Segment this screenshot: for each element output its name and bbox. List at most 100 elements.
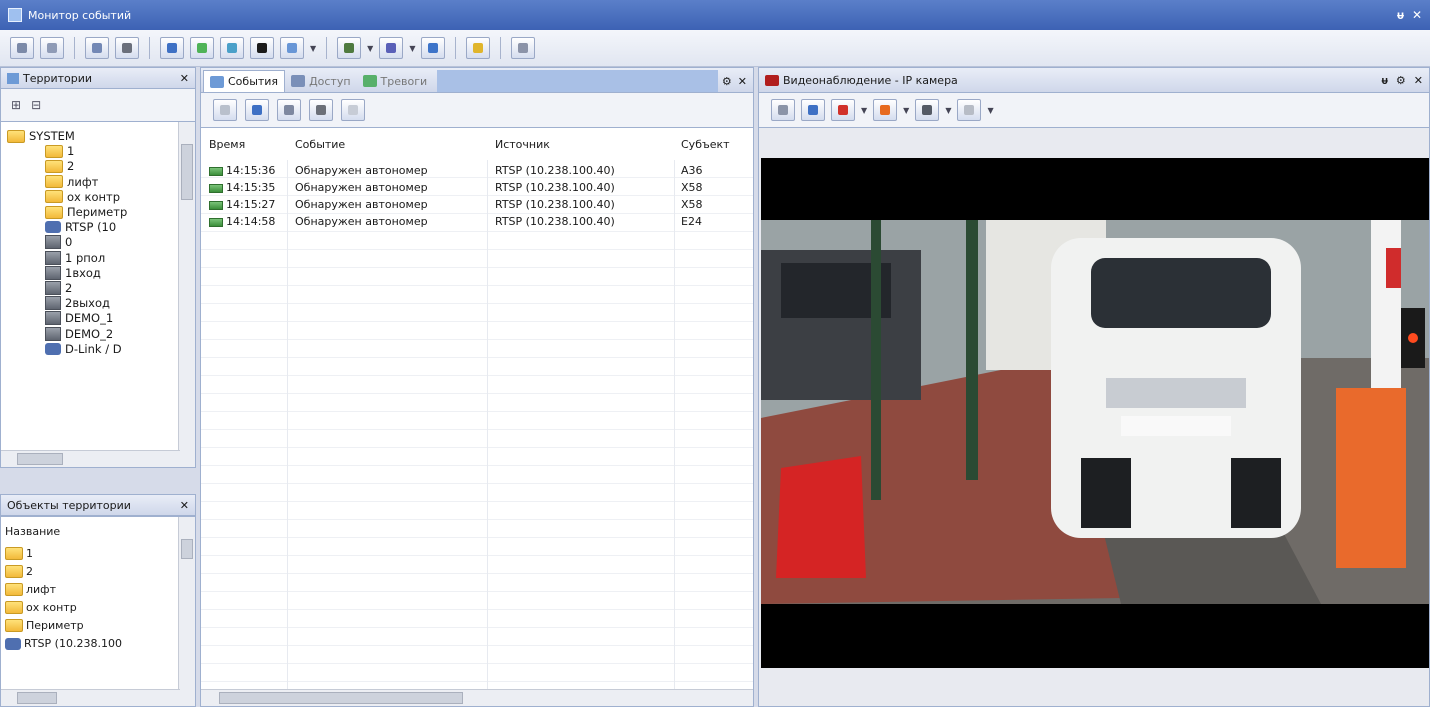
tree-item[interactable]: DEMO_2 <box>45 326 113 342</box>
chevron-down-icon[interactable]: ▼ <box>903 106 909 115</box>
territories-toolbar: ⊞ ⊟ <box>0 89 196 121</box>
view-button[interactable] <box>245 99 269 121</box>
stream-button[interactable] <box>915 99 940 121</box>
table-row[interactable]: 14:15:27 Обнаружен автономер RTSP (10.238.… <box>201 198 753 214</box>
tree-item[interactable]: 1 <box>45 143 74 159</box>
camera-icon <box>45 221 61 234</box>
tools-button[interactable] <box>957 99 982 121</box>
print-button[interactable] <box>309 99 333 121</box>
list-item-label: 2 <box>26 565 33 578</box>
gear-icon[interactable]: ⚙ <box>722 75 732 88</box>
tree-item[interactable]: RTSP (10 <box>45 219 116 235</box>
tree-horizontal-scrollbar[interactable] <box>1 450 180 467</box>
list-item[interactable]: Периметр <box>5 617 84 634</box>
filter-button[interactable] <box>213 99 237 121</box>
tab-access[interactable]: Доступ <box>285 70 356 92</box>
scrollbar-thumb[interactable] <box>181 539 193 559</box>
list-item[interactable]: RTSP (10.238.100 <box>5 635 122 652</box>
dropdown-b-button[interactable] <box>379 37 404 59</box>
key-button[interactable] <box>466 37 491 59</box>
layout-button[interactable] <box>40 37 64 59</box>
pin-icon[interactable]: ᵾ <box>1397 8 1404 22</box>
chevron-down-icon[interactable]: ▼ <box>367 44 373 53</box>
chevron-down-icon[interactable]: ▼ <box>310 44 316 53</box>
copy-button[interactable] <box>341 99 365 121</box>
tree-item[interactable]: 0 <box>45 234 72 250</box>
chevron-down-icon[interactable]: ▼ <box>945 106 951 115</box>
edit-button[interactable] <box>220 37 244 59</box>
info-button[interactable] <box>190 37 214 59</box>
scrollbar-thumb[interactable] <box>219 692 463 704</box>
tree-item[interactable]: DEMO_1 <box>45 310 113 326</box>
single-view-button[interactable] <box>771 99 795 121</box>
table-row[interactable]: 14:15:36 Обнаружен автономер RTSP (10.238.… <box>201 164 753 180</box>
close-icon[interactable]: ✕ <box>180 499 189 512</box>
list-item[interactable]: 2 <box>5 563 33 580</box>
table-row[interactable]: 14:15:35 Обнаружен автономер RTSP (10.238.… <box>201 181 753 197</box>
table-horizontal-scrollbar[interactable] <box>201 689 753 706</box>
chevron-down-icon[interactable]: ▼ <box>861 106 867 115</box>
eye-button[interactable] <box>115 37 139 59</box>
objects-vertical-scrollbar[interactable] <box>178 517 195 706</box>
tree-item[interactable]: 2 <box>45 280 72 296</box>
color-button[interactable] <box>873 99 898 121</box>
window-button[interactable] <box>280 37 304 59</box>
arrow-button[interactable] <box>160 37 184 59</box>
people-button[interactable] <box>421 37 446 59</box>
collapse-all-icon[interactable]: ⊟ <box>31 98 41 112</box>
list-item[interactable]: ох контр <box>5 599 77 616</box>
table-row[interactable]: 14:14:58 Обнаружен автономер RTSP (10.238.… <box>201 215 753 231</box>
tree-vertical-scrollbar[interactable] <box>178 122 195 467</box>
column-header-name[interactable]: Название <box>5 523 60 540</box>
folder-icon <box>5 565 23 578</box>
gear-icon[interactable]: ⚙ <box>1396 74 1406 87</box>
tab-alarms[interactable]: Тревоги <box>357 70 434 92</box>
close-icon[interactable]: ✕ <box>1414 74 1423 87</box>
tree-item-label: 1вход <box>65 265 101 280</box>
close-icon[interactable]: ✕ <box>738 75 747 88</box>
list-item[interactable]: лифт <box>5 581 56 598</box>
tree-item[interactable]: SYSTEM <box>7 128 75 144</box>
tab-events[interactable]: События <box>203 70 286 92</box>
tree-item[interactable]: лифт <box>45 174 98 190</box>
column-header-time[interactable]: Время <box>209 138 245 151</box>
grid-view-button[interactable] <box>10 37 34 59</box>
close-icon[interactable]: ✕ <box>180 72 189 85</box>
list-item[interactable]: 1 <box>5 545 33 562</box>
chevron-down-icon[interactable]: ▼ <box>987 106 993 115</box>
chevron-down-icon[interactable]: ▼ <box>409 44 415 53</box>
territory-objects-pane: Объекты территории ✕ Название 1 2 лифт ох к… <box>0 494 196 707</box>
check-button[interactable] <box>511 37 536 59</box>
tree-item[interactable]: 2выход <box>45 295 110 311</box>
tree-item[interactable]: D-Link / D <box>45 341 122 357</box>
column-header-source[interactable]: Источник <box>495 138 550 151</box>
scrollbar-thumb[interactable] <box>17 692 57 704</box>
window-titlebar: Монитор событий ᵾ ✕ <box>0 0 1430 30</box>
expand-all-icon[interactable]: ⊞ <box>11 98 21 112</box>
objects-horizontal-scrollbar[interactable] <box>1 689 180 706</box>
tree-item[interactable]: 1вход <box>45 265 101 281</box>
camera-feed[interactable] <box>761 158 1429 668</box>
tree-item-label: 1 <box>67 144 75 159</box>
device-icon <box>45 250 61 265</box>
tab-label: Тревоги <box>380 74 428 88</box>
column-header-subject[interactable]: Субъект <box>681 138 730 151</box>
tree-item[interactable]: Периметр <box>45 204 127 220</box>
column-header-event[interactable]: Событие <box>295 138 345 151</box>
black-square-button[interactable] <box>250 37 274 59</box>
multi-view-button[interactable] <box>801 99 825 121</box>
scrollbar-thumb[interactable] <box>17 453 63 465</box>
tree-item-label: Периметр <box>67 205 128 219</box>
objects-list: Название 1 2 лифт ох контр Периметр RTSP (10.… <box>0 516 196 707</box>
tree-item-label: 2выход <box>65 296 110 311</box>
pin-icon[interactable]: ᵾ <box>1382 74 1388 87</box>
record-button[interactable] <box>831 99 855 121</box>
close-icon[interactable]: ✕ <box>1412 8 1422 22</box>
dropdown-a-button[interactable] <box>337 37 362 59</box>
tree-item[interactable]: ох контр <box>45 189 120 205</box>
save-button[interactable] <box>85 37 109 59</box>
tree-item[interactable]: 1 рпол <box>45 250 105 266</box>
export-button[interactable] <box>277 99 301 121</box>
scrollbar-thumb[interactable] <box>181 144 193 200</box>
tree-item[interactable]: 2 <box>45 158 74 174</box>
